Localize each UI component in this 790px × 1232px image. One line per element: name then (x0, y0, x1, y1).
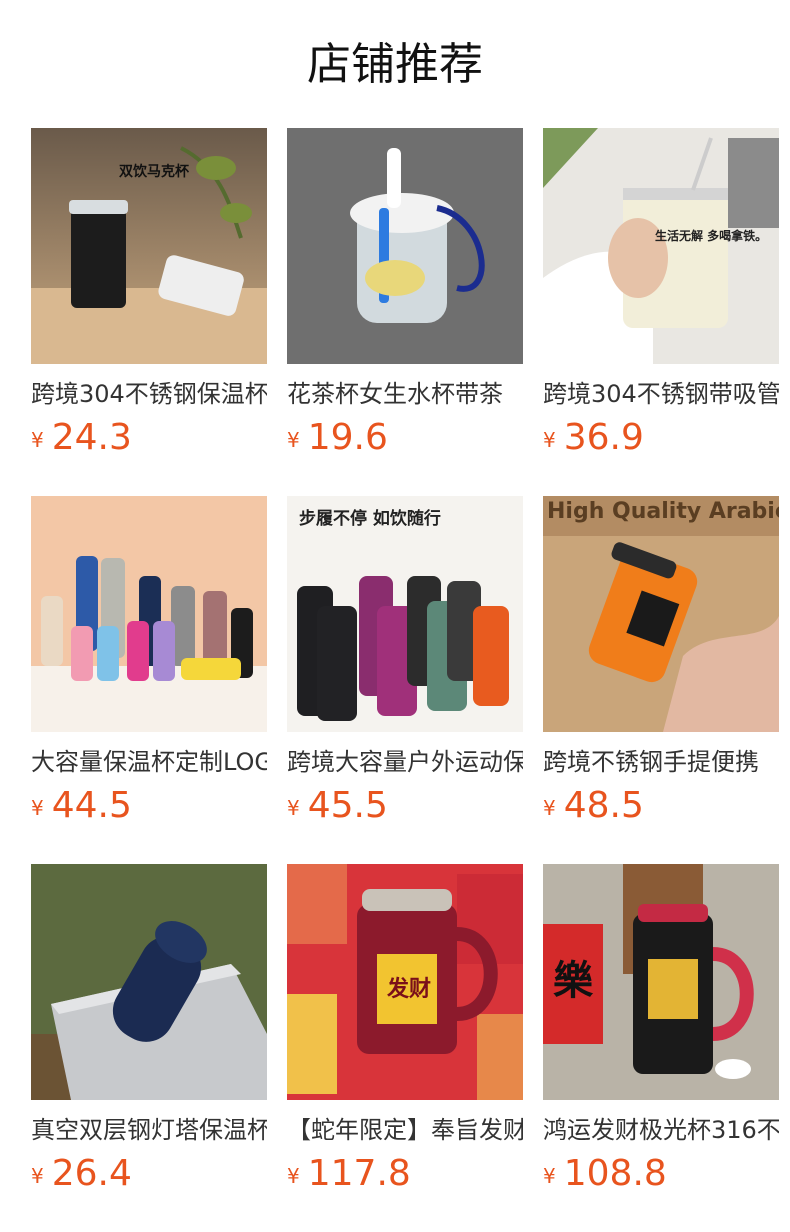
product-card[interactable]: 双饮马克杯 跨境304不锈钢保温杯 ¥24.3 (31, 128, 267, 468)
product-image[interactable]: 双饮马克杯 (31, 128, 267, 364)
image-caption: 发财 (386, 976, 431, 1002)
currency-symbol: ¥ (287, 1164, 300, 1188)
currency-symbol: ¥ (31, 1164, 44, 1188)
product-card[interactable]: 樂 鸿运发财极光杯316不锈钢 ¥108.8 (543, 864, 779, 1204)
price-value: 44.5 (51, 785, 132, 826)
image-caption: 双饮马克杯 (119, 163, 190, 180)
product-name[interactable]: 鸿运发财极光杯316不锈钢 (543, 1112, 779, 1148)
product-card[interactable]: 大容量保温杯定制LOGO ¥44.5 (31, 496, 267, 836)
product-image[interactable]: 生活无解 多喝拿铁。 (543, 128, 779, 364)
product-price: ¥26.4 (31, 1152, 132, 1196)
price-value: 117.8 (307, 1153, 411, 1194)
page-title: 店铺推荐 (307, 39, 483, 90)
image-caption: High Quality Arabic (547, 499, 779, 524)
product-image[interactable]: 樂 (543, 864, 779, 1100)
price-value: 108.8 (563, 1153, 667, 1194)
product-name[interactable]: 跨境大容量户外运动保温杯 (287, 744, 523, 780)
price-value: 36.9 (563, 417, 644, 458)
product-name[interactable]: 【蛇年限定】奉旨发财 (287, 1112, 523, 1148)
currency-symbol: ¥ (31, 428, 44, 452)
product-image[interactable]: 发财 (287, 864, 523, 1100)
currency-symbol: ¥ (543, 1164, 556, 1188)
product-name[interactable]: 跨境304不锈钢带吸管 (543, 376, 779, 412)
product-image[interactable]: High Quality Arabic (543, 496, 779, 732)
product-card[interactable]: 生活无解 多喝拿铁。 跨境304不锈钢带吸管 ¥36.9 (543, 128, 779, 468)
product-name[interactable]: 花茶杯女生水杯带茶 (287, 376, 523, 412)
product-image[interactable] (287, 128, 523, 364)
product-price: ¥36.9 (543, 416, 644, 460)
product-price: ¥44.5 (31, 784, 132, 828)
price-value: 24.3 (51, 417, 132, 458)
price-value: 48.5 (563, 785, 644, 826)
product-image[interactable] (31, 496, 267, 732)
product-card[interactable]: 步履不停 如饮随行 跨境大容量户外运动保温杯 ¥45.5 (287, 496, 523, 836)
product-price: ¥48.5 (543, 784, 644, 828)
image-caption: 步履不停 如饮随行 (299, 508, 441, 529)
product-card[interactable]: High Quality Arabic 跨境不锈钢手提便携 ¥48.5 (543, 496, 779, 836)
price-value: 26.4 (51, 1153, 132, 1194)
product-name[interactable]: 真空双层钢灯塔保温杯 (31, 1112, 267, 1148)
product-name[interactable]: 大容量保温杯定制LOGO (31, 744, 267, 780)
currency-symbol: ¥ (543, 428, 556, 452)
price-value: 19.6 (307, 417, 388, 458)
product-price: ¥117.8 (287, 1152, 411, 1196)
product-price: ¥108.8 (543, 1152, 667, 1196)
price-value: 45.5 (307, 785, 388, 826)
currency-symbol: ¥ (287, 428, 300, 452)
product-card[interactable]: 花茶杯女生水杯带茶 ¥19.6 (287, 128, 523, 468)
image-caption: 樂 (553, 958, 594, 1004)
product-card[interactable]: 发财 【蛇年限定】奉旨发财 ¥117.8 (287, 864, 523, 1204)
product-name[interactable]: 跨境不锈钢手提便携 (543, 744, 779, 780)
currency-symbol: ¥ (31, 796, 44, 820)
product-price: ¥45.5 (287, 784, 388, 828)
product-image[interactable]: 步履不停 如饮随行 (287, 496, 523, 732)
image-caption: 生活无解 多喝拿铁。 (655, 228, 767, 243)
currency-symbol: ¥ (287, 796, 300, 820)
currency-symbol: ¥ (543, 796, 556, 820)
product-price: ¥24.3 (31, 416, 132, 460)
product-card[interactable]: 真空双层钢灯塔保温杯 ¥26.4 (31, 864, 267, 1204)
product-name[interactable]: 跨境304不锈钢保温杯 (31, 376, 267, 412)
product-price: ¥19.6 (287, 416, 388, 460)
product-image[interactable] (31, 864, 267, 1100)
